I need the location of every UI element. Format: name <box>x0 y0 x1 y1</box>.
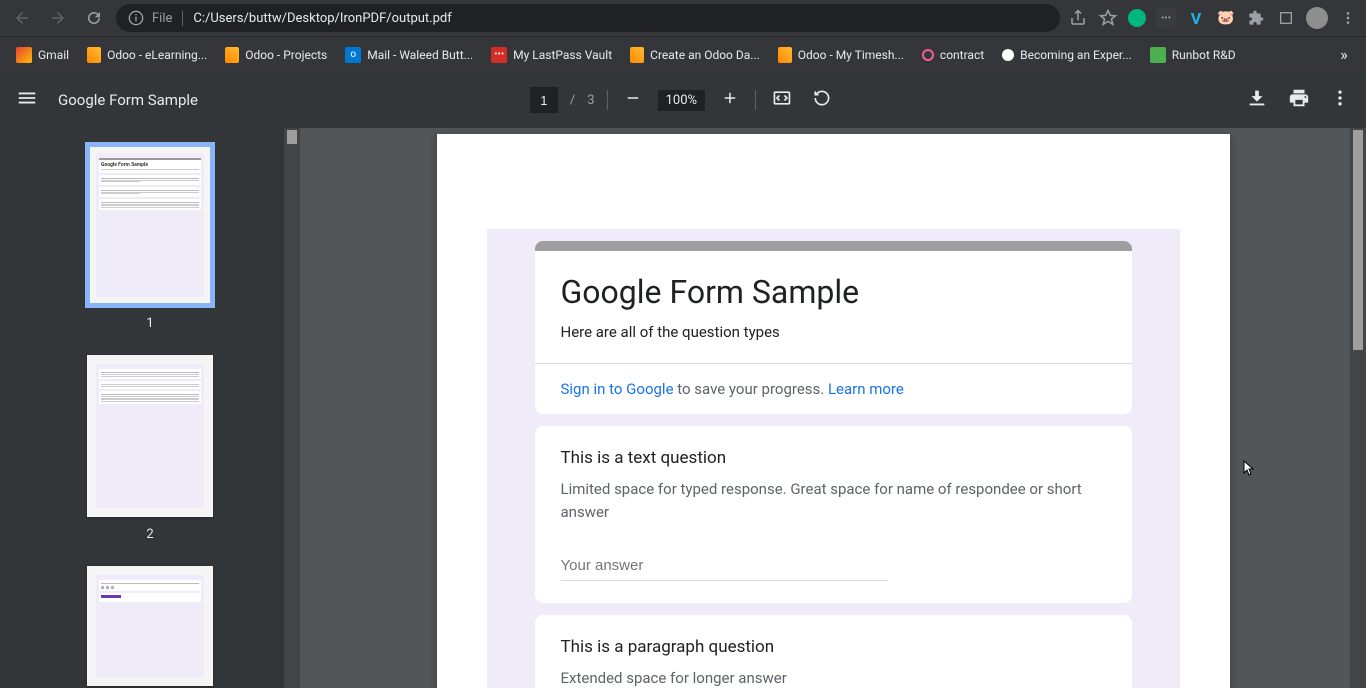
odoo-icon <box>87 47 101 63</box>
page-scrollbar[interactable] <box>1350 128 1366 688</box>
profile-avatar[interactable] <box>1306 7 1328 29</box>
short-answer-input[interactable] <box>561 553 888 581</box>
bookmark-star-icon[interactable] <box>1098 8 1118 28</box>
browser-nav-bar: File C:/Users/buttw/Desktop/IronPDF/outp… <box>0 0 1366 36</box>
question-description: Limited space for typed response. Great … <box>561 478 1106 523</box>
bookmarks-overflow-icon[interactable]: » <box>1330 41 1358 69</box>
rotate-button[interactable] <box>808 84 836 116</box>
contract-icon <box>922 49 934 61</box>
ext-dots-icon[interactable]: ••• <box>1156 8 1176 28</box>
bookmark-runbot[interactable]: Runbot R&D <box>1142 43 1244 67</box>
form-title: Google Form Sample <box>561 273 1106 311</box>
bookmark-lastpass[interactable]: •••My LastPass Vault <box>483 43 620 67</box>
ext-icon-1[interactable]: 🐷 <box>1216 8 1236 28</box>
lastpass-icon: ••• <box>491 47 507 63</box>
odoo-icon <box>778 47 792 63</box>
bookmarks-bar: Gmail Odoo - eLearning... Odoo - Project… <box>0 36 1366 72</box>
question-card-1: This is a text question Limited space fo… <box>535 426 1132 603</box>
zoom-in-button[interactable] <box>717 85 743 115</box>
page-separator: / <box>570 93 575 108</box>
hamburger-menu-icon[interactable] <box>16 87 38 113</box>
pdf-content-area: Google Form Sample 1 2 <box>0 128 1366 688</box>
bookmark-outlook[interactable]: oMail - Waleed Butt... <box>337 43 481 67</box>
question-description: Extended space for longer answer <box>561 667 1106 688</box>
info-icon <box>128 10 144 26</box>
outlook-icon: o <box>345 47 361 63</box>
pdf-toolbar: Google Form Sample / 3 100% <box>0 72 1366 128</box>
bookmark-expert[interactable]: Becoming an Exper... <box>994 44 1140 66</box>
url-prefix: File <box>152 11 183 26</box>
page-total: 3 <box>587 93 594 108</box>
reload-button[interactable] <box>80 4 108 32</box>
odoo-icon <box>225 47 239 63</box>
bookmark-odoo-create[interactable]: Create an Odoo Da... <box>622 43 768 67</box>
zoom-level[interactable]: 100% <box>658 90 705 111</box>
toolbar-divider <box>607 90 608 110</box>
pdf-page-1: Google Form Sample Here are all of the q… <box>437 134 1230 688</box>
thumbnail-number: 1 <box>146 316 153 331</box>
thumbnail-sidebar: Google Form Sample 1 2 <box>0 128 300 688</box>
runbot-icon <box>1150 47 1166 63</box>
form-subtitle: Here are all of the question types <box>561 323 1106 341</box>
gmail-icon <box>16 47 32 63</box>
question-title: This is a paragraph question <box>561 637 1106 657</box>
odoo-icon <box>630 47 644 63</box>
zoom-out-button[interactable] <box>620 85 646 115</box>
sun-icon <box>1002 49 1014 61</box>
more-actions-button[interactable] <box>1330 88 1350 112</box>
page-number-input[interactable] <box>530 87 558 113</box>
forward-button[interactable] <box>44 4 72 32</box>
thumbnail-scrollbar[interactable] <box>284 128 300 688</box>
chrome-menu-icon[interactable] <box>1338 8 1358 28</box>
extensions-icon[interactable] <box>1246 8 1266 28</box>
fit-page-button[interactable] <box>768 84 796 116</box>
bookmark-odoo-timesheet[interactable]: Odoo - My Timesh... <box>770 43 912 67</box>
bookmark-contract[interactable]: contract <box>914 44 992 66</box>
thumbnail-page-2[interactable]: 2 <box>0 355 300 542</box>
bookmark-odoo-projects[interactable]: Odoo - Projects <box>217 43 335 67</box>
signin-link[interactable]: Sign in to Google <box>561 380 674 398</box>
print-button[interactable] <box>1288 87 1310 113</box>
account-icon[interactable] <box>1276 8 1296 28</box>
question-title: This is a text question <box>561 448 1106 468</box>
download-button[interactable] <box>1246 87 1268 113</box>
form-background: Google Form Sample Here are all of the q… <box>487 229 1180 688</box>
bookmark-odoo-elearning[interactable]: Odoo - eLearning... <box>79 43 215 67</box>
signin-banner: Sign in to Google to save your progress.… <box>535 363 1132 414</box>
pdf-page-viewport[interactable]: Google Form Sample Here are all of the q… <box>300 128 1366 688</box>
thumbnail-number: 2 <box>146 527 153 542</box>
mouse-cursor-icon <box>1242 460 1256 482</box>
pdf-document-title: Google Form Sample <box>58 91 198 109</box>
grammarly-icon[interactable] <box>1128 9 1146 27</box>
question-card-2: This is a paragraph question Extended sp… <box>535 615 1132 688</box>
thumbnail-page-1[interactable]: Google Form Sample 1 <box>0 144 300 331</box>
bookmark-gmail[interactable]: Gmail <box>8 43 77 67</box>
back-button[interactable] <box>8 4 36 32</box>
url-bar[interactable]: File C:/Users/buttw/Desktop/IronPDF/outp… <box>116 4 1060 32</box>
url-text: C:/Users/buttw/Desktop/IronPDF/output.pd… <box>193 11 451 26</box>
thumbnail-page-3[interactable] <box>0 566 300 686</box>
toolbar-divider <box>755 90 756 110</box>
learn-more-link[interactable]: Learn more <box>828 380 904 398</box>
vimeo-icon[interactable]: V <box>1186 8 1206 28</box>
share-icon[interactable] <box>1068 8 1088 28</box>
form-header-card: Google Form Sample Here are all of the q… <box>535 241 1132 414</box>
